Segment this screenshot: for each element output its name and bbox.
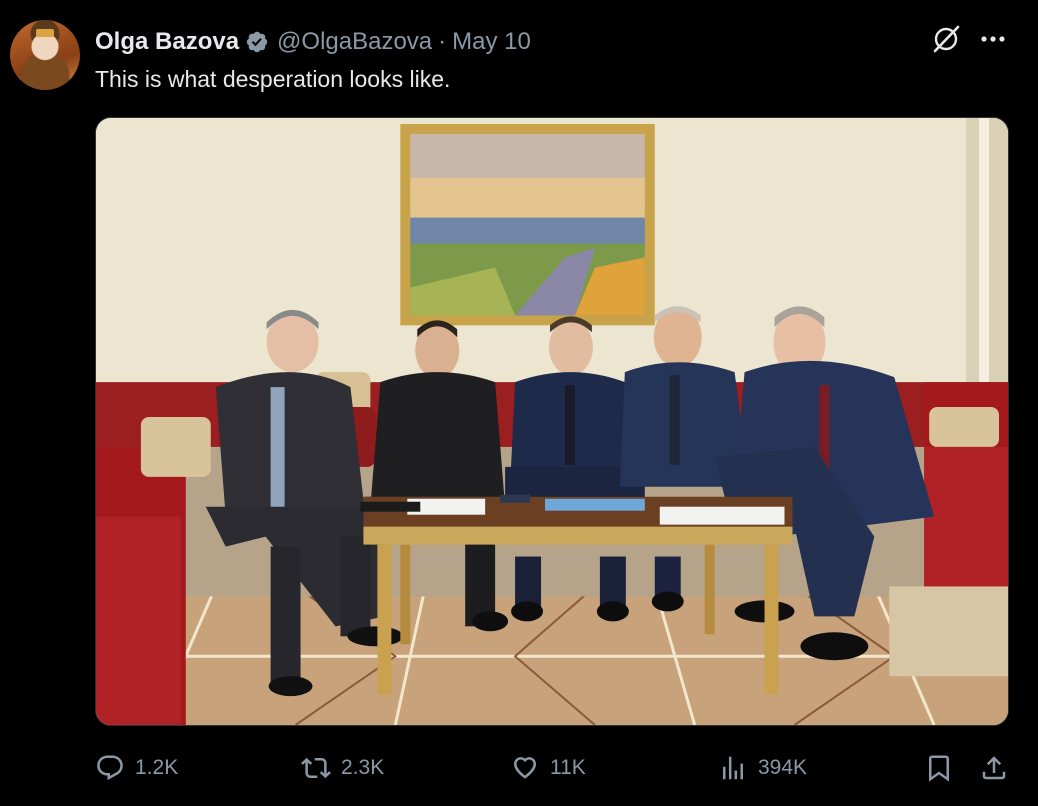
post-header: Olga Bazova @OlgaBazova · May 10 [95,27,531,57]
author-handle[interactable]: @OlgaBazova [277,28,432,56]
repost-button[interactable]: 2.3K [301,745,384,791]
header-separator: · [438,28,447,55]
reply-count: 1.2K [135,756,179,779]
share-icon [982,756,1006,780]
post-text: This is what desperation looks like. [95,66,451,92]
views-button[interactable]: 394K [718,745,807,791]
heart-icon [514,757,536,779]
views-chart-icon [723,756,743,780]
more-icon[interactable] [976,22,1010,56]
verified-badge-icon [245,30,269,54]
reply-button[interactable]: 1.2K [95,745,178,791]
post-photo[interactable] [95,117,1009,726]
avatar-crown [36,29,54,37]
bookmark-button[interactable] [924,745,954,791]
display-name[interactable]: Olga Bazova [95,28,239,56]
repost-icon [301,757,331,779]
like-button[interactable]: 11K [510,745,586,791]
avatar[interactable] [10,20,80,90]
bookmark-icon [929,755,949,782]
share-button[interactable] [979,745,1009,791]
repost-count: 2.3K [341,756,385,779]
post-date[interactable]: May 10 [452,28,531,56]
views-count: 394K [758,756,808,779]
like-count: 11K [550,756,586,779]
grok-icon[interactable] [929,22,963,56]
reply-icon [97,755,123,781]
action-bar: 1.2K 2.3K 11K 394K [0,745,1038,791]
